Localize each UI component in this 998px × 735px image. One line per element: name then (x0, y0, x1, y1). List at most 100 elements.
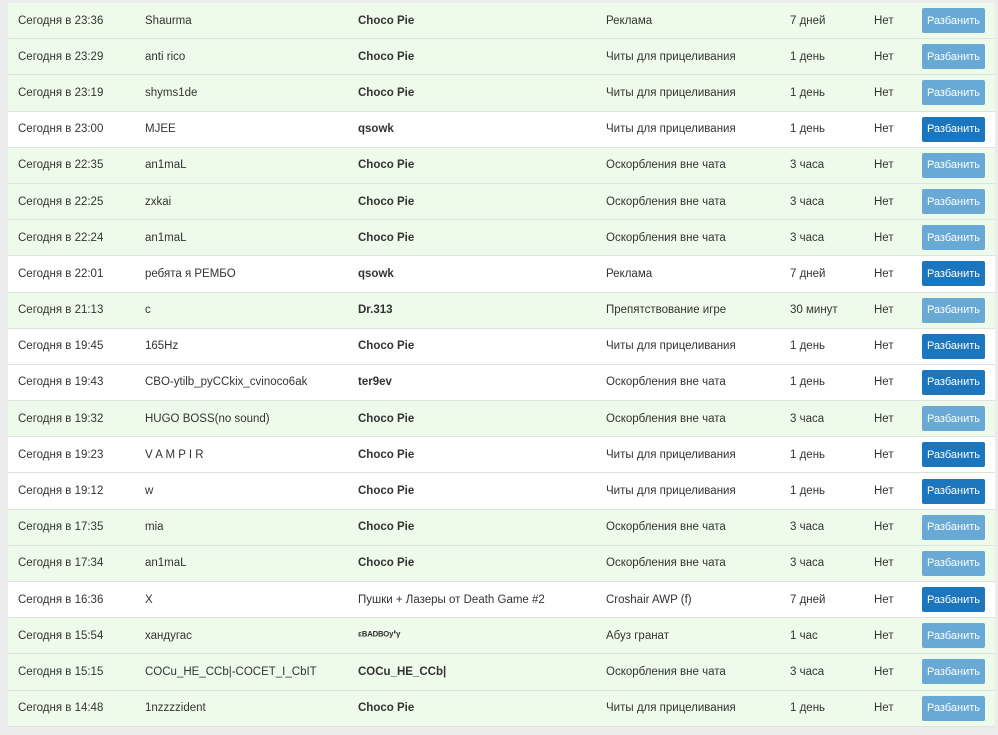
unban-button[interactable]: Разбанить (922, 152, 985, 178)
unban-button[interactable]: Разбанить (922, 8, 985, 34)
ban-row: Сегодня в 22:24 an1maL Choco Pie Оскорблени… (8, 220, 995, 257)
ban-reason: Читы для прицеливания (606, 50, 736, 63)
unban-button[interactable]: Разбанить (922, 261, 985, 287)
action-cell: Разбанить (922, 220, 986, 255)
unban-button[interactable]: Разбанить (922, 406, 985, 432)
ban-status: Нет (874, 448, 894, 461)
ban-duration: 1 день (790, 376, 826, 389)
ban-date: Сегодня в 22:25 (18, 195, 104, 208)
admin-name: Choco Pie (358, 86, 415, 99)
player-name: zxkai (145, 195, 172, 208)
ban-status: Нет (874, 376, 894, 389)
unban-button[interactable]: Разбанить (922, 514, 985, 540)
ban-duration: 3 часа (790, 231, 825, 244)
ban-reason: Оскорбления вне чата (606, 557, 726, 570)
unban-button[interactable]: Разбанить (922, 225, 985, 251)
ban-reason: Оскорбления вне чата (606, 195, 726, 208)
admin-name: Choco Pie (358, 521, 415, 534)
unban-button[interactable]: Разбанить (922, 297, 985, 323)
unban-button[interactable]: Разбанить (922, 659, 985, 685)
ban-reason: Оскорбления вне чата (606, 412, 726, 425)
admin-name: Choco Pie (358, 14, 415, 27)
unban-button[interactable]: Разбанить (922, 369, 985, 395)
ban-duration: 1 день (790, 448, 826, 461)
ban-row: Сегодня в 14:48 1nzzzzident Choco Pie Читы … (8, 690, 995, 727)
unban-button[interactable]: Разбанить (922, 44, 985, 70)
player-name: 165Hz (145, 340, 179, 353)
player-name: 1nzzzzident (145, 702, 206, 715)
ban-duration: 1 день (790, 86, 826, 99)
unban-button[interactable]: Разбанить (922, 442, 985, 468)
ban-reason: Читы для прицеливания (606, 702, 736, 715)
action-cell: Разбанить (922, 39, 986, 74)
ban-status: Нет (874, 485, 894, 498)
action-cell: Разбанить (922, 437, 986, 472)
action-cell: Разбанить (922, 401, 986, 436)
ban-date: Сегодня в 19:32 (18, 412, 104, 425)
player-name: HUGO BOSS(no sound) (145, 412, 270, 425)
ban-date: Сегодня в 21:13 (18, 304, 104, 317)
admin-name: Choco Pie (358, 702, 415, 715)
action-cell: Разбанить (922, 329, 986, 364)
action-cell: Разбанить (922, 75, 986, 110)
ban-reason: Croshair AWP (f) (606, 593, 692, 606)
ban-row: Сегодня в 15:54 хандугас ᵋᴮᴬᴰᴮᴼʸ'ᵞ Абуз гра… (8, 618, 995, 655)
admin-name: Choco Pie (358, 231, 415, 244)
ban-duration: 3 часа (790, 557, 825, 570)
ban-reason: Реклама (606, 267, 653, 280)
ban-row: Сегодня в 22:25 zxkai Choco Pie Оскорбления… (8, 183, 995, 221)
unban-button[interactable]: Разбанить (922, 80, 985, 106)
ban-row: Сегодня в 16:36 X Пушки + Лазеры от Death … (8, 582, 995, 619)
unban-button[interactable]: Разбанить (922, 116, 985, 142)
player-name: an1maL (145, 231, 187, 244)
unban-button[interactable]: Разбанить (922, 587, 985, 613)
ban-row: Сегодня в 21:13 c Dr.313 Препятствование иг… (8, 292, 995, 329)
ban-duration: 7 дней (790, 14, 826, 27)
ban-reason: Оскорбления вне чата (606, 521, 726, 534)
ban-status: Нет (874, 14, 894, 27)
ban-status: Нет (874, 665, 894, 678)
player-name: c (145, 304, 151, 317)
ban-reason: Реклама (606, 14, 653, 27)
ban-duration: 3 часа (790, 159, 825, 172)
admin-name: Пушки + Лазеры от Death Game #2 (358, 593, 545, 606)
ban-date: Сегодня в 17:35 (18, 521, 104, 534)
ban-date: Сегодня в 23:00 (18, 123, 104, 136)
action-cell: Разбанить (922, 691, 986, 726)
unban-button[interactable]: Разбанить (922, 550, 985, 576)
unban-button[interactable]: Разбанить (922, 333, 985, 359)
ban-duration: 3 часа (790, 665, 825, 678)
ban-status: Нет (874, 521, 894, 534)
ban-status: Нет (874, 412, 894, 425)
ban-reason: Оскорбления вне чата (606, 665, 726, 678)
player-name: an1maL (145, 557, 187, 570)
ban-row: Сегодня в 23:36 Shaurma Choco Pie Реклама 7 … (8, 3, 995, 40)
ban-row: Сегодня в 15:15 COCu_HE_CCb|-COCET_I_CbIT… (8, 654, 995, 691)
ban-reason: Оскорбления вне чата (606, 159, 726, 172)
ban-duration: 7 дней (790, 593, 826, 606)
ban-duration: 1 день (790, 702, 826, 715)
ban-duration: 7 дней (790, 267, 826, 280)
ban-duration: 1 день (790, 485, 826, 498)
player-name: an1maL (145, 159, 187, 172)
unban-button[interactable]: Разбанить (922, 623, 985, 649)
admin-name: Choco Pie (358, 159, 415, 172)
ban-duration: 3 часа (790, 412, 825, 425)
ban-reason: Оскорбления вне чата (606, 376, 726, 389)
ban-duration: 3 часа (790, 521, 825, 534)
ban-row: Сегодня в 17:34 an1maL Choco Pie Оскорблени… (8, 545, 995, 582)
unban-button[interactable]: Разбанить (922, 695, 985, 721)
admin-name: Dr.313 (358, 304, 393, 317)
admin-name: ᵋᴮᴬᴰᴮᴼʸ'ᵞ (358, 629, 401, 642)
unban-button[interactable]: Разбанить (922, 189, 985, 215)
ban-duration: 1 час (790, 629, 818, 642)
admin-name: Choco Pie (358, 195, 415, 208)
ban-date: Сегодня в 22:35 (18, 159, 104, 172)
action-cell: Разбанить (922, 3, 986, 38)
action-cell: Разбанить (922, 510, 986, 545)
unban-button[interactable]: Разбанить (922, 478, 985, 504)
action-cell: Разбанить (922, 293, 986, 328)
action-cell: Разбанить (922, 582, 986, 617)
ban-reason: Читы для прицеливания (606, 448, 736, 461)
ban-date: Сегодня в 19:43 (18, 376, 104, 389)
